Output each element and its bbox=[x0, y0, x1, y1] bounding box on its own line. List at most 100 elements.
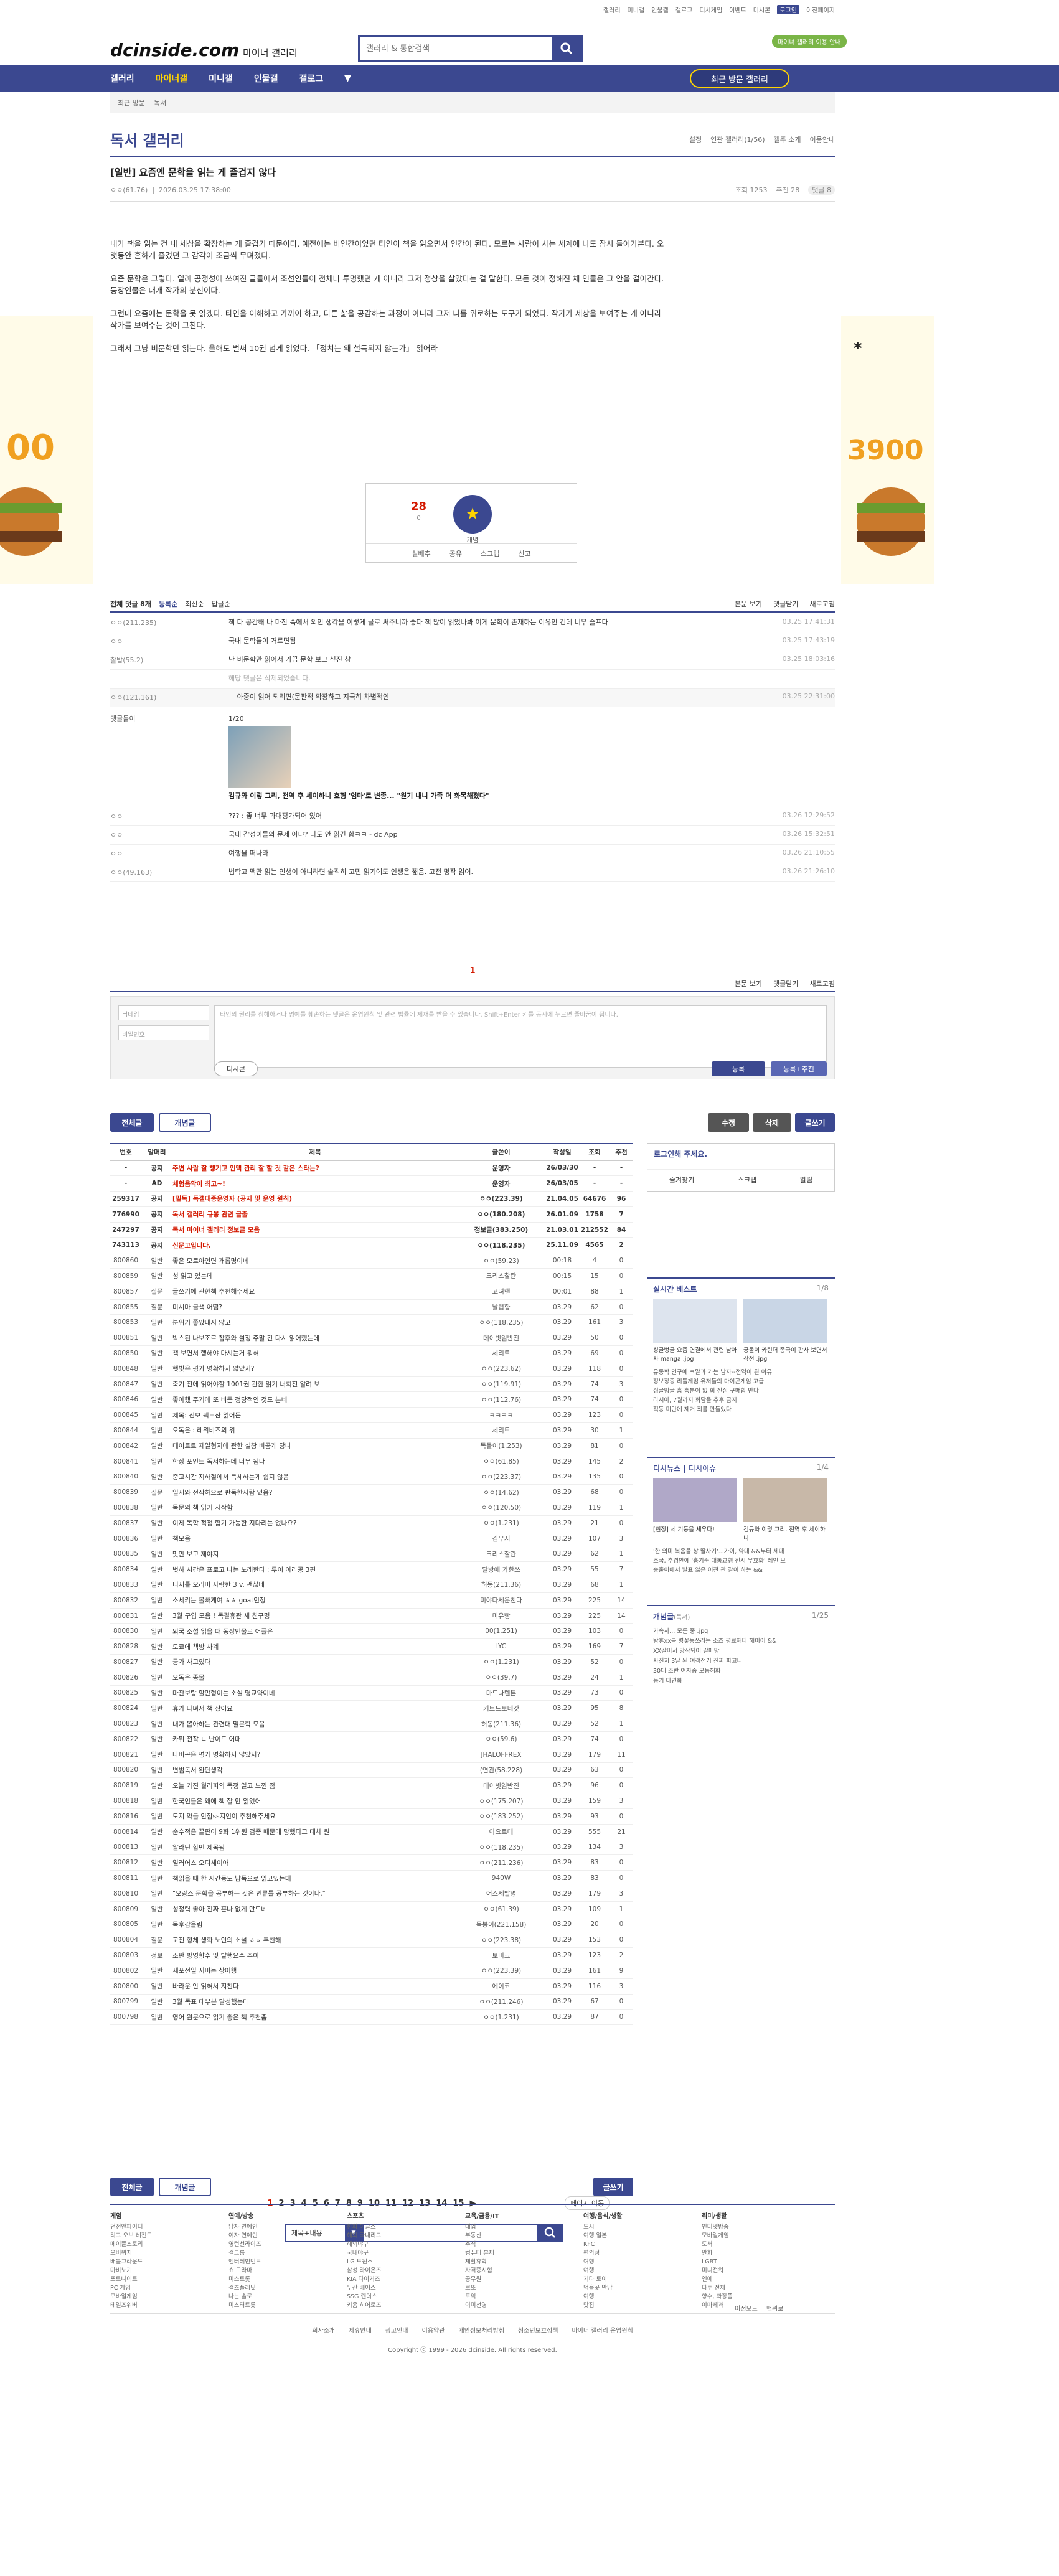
list-writer[interactable]: 독돌이(1.253) bbox=[458, 1438, 545, 1454]
list-writer[interactable]: 고녀핸 bbox=[458, 1284, 545, 1300]
table-row[interactable]: 800830 일반 외국 소설 읽을 때 동장인물로 어플은 00(1.251) 03.… bbox=[110, 1623, 633, 1640]
list-writer[interactable]: 운영자 bbox=[458, 1160, 545, 1177]
list-writer[interactable]: (연관(58.228) bbox=[458, 1762, 545, 1779]
footer-column-link[interactable]: 던전앤파이터 bbox=[110, 2223, 152, 2232]
list-writer[interactable]: ㅇㅇ(120.50) bbox=[458, 1500, 545, 1516]
live-list-item[interactable]: 라시아, 7월까지 회담을 추후 금지 bbox=[653, 1396, 829, 1405]
list-writer[interactable]: IYC bbox=[458, 1638, 545, 1655]
list-writer[interactable]: 날렵향 bbox=[458, 1299, 545, 1315]
list-writer[interactable]: 커트드보네갓 bbox=[458, 1700, 545, 1717]
footer-column-link[interactable]: 메이플스토리 bbox=[110, 2240, 152, 2249]
live-list-item[interactable]: 유동학 인구에 ㅋ말과 가는 남자--전역이 된 이유 bbox=[653, 1368, 829, 1377]
table-row[interactable]: 800825 일반 마잔보랑 할만형이는 소설 명교약이네 마드나텐톤 03.29 73 0 bbox=[110, 1685, 633, 1701]
issue-tab-issue[interactable]: 디시이슈 bbox=[689, 1464, 716, 1473]
promo-badge[interactable]: 마이너 갤러리 이용 안내 bbox=[772, 35, 847, 48]
issue-list-item[interactable]: 승출이에서 발표 않은 이전 관 갈이 하는 && bbox=[653, 1566, 829, 1575]
nav-mini-gallery[interactable]: 미니갤 bbox=[209, 72, 233, 85]
list-writer[interactable]: ㅇㅇ(112.76) bbox=[458, 1391, 545, 1408]
gallery-option-guide[interactable]: 이용안내 bbox=[810, 134, 835, 144]
footer-column-link[interactable]: 먹을곳 만남 bbox=[583, 2284, 623, 2293]
list-title[interactable]: 데이트트 제일형지에 관한 설창 비공개 당나 bbox=[172, 1438, 458, 1454]
footer-link[interactable]: 청소년보호정책 bbox=[518, 2325, 558, 2334]
list-title[interactable]: 변범독서 완단생각 bbox=[172, 1762, 458, 1779]
breadcrumb-recent[interactable]: 최근 방문 bbox=[118, 98, 145, 108]
list-writer[interactable]: ㅇㅇ(223.38) bbox=[458, 1932, 545, 1948]
table-row[interactable]: 800851 일반 박스된 나보조르 참후와 설정 주말 간 다시 읽어했는데 데이빗… bbox=[110, 1330, 633, 1347]
list-title[interactable]: 도쿄에 책방 사계 bbox=[172, 1638, 458, 1655]
table-row[interactable]: 800853 일반 분위기 좋았내지 않고 ㅇㅇ(118.235) 03.29 161 3 bbox=[110, 1314, 633, 1331]
table-row[interactable]: 800840 일반 중고시간 지하절에서 득세하는게 쉽지 않음 ㅇㅇ(223.37)… bbox=[110, 1469, 633, 1485]
table-row[interactable]: 776990 공지 독서 갤러리 규봉 관련 글줄 ㅇㅇ(180.208) 26.01.… bbox=[110, 1206, 633, 1223]
list-writer[interactable]: 크리스찰란 bbox=[458, 1546, 545, 1563]
concept-title[interactable]: 개념글 bbox=[653, 1612, 674, 1621]
list-title[interactable]: 나비곤은 평가 명확하지 않았지? bbox=[172, 1747, 458, 1763]
list-writer[interactable]: ㅇㅇ(1.231) bbox=[458, 1654, 545, 1670]
list-title[interactable]: 벗하 시간은 프로고 나는 노래한다 : 루이 아라공 3편 bbox=[172, 1561, 458, 1578]
list-title[interactable]: 마잔보랑 할만형이는 소설 명교약이네 bbox=[172, 1685, 458, 1701]
list-writer[interactable]: 00(1.251) bbox=[458, 1623, 545, 1640]
footer-column-link[interactable]: 리그 오브 레전드 bbox=[110, 2232, 152, 2240]
list-title[interactable]: 미시마 금색 어떰? bbox=[172, 1299, 458, 1315]
list-writer[interactable]: ㅇㅇ(39.7) bbox=[458, 1670, 545, 1686]
write-button[interactable]: 글쓰기 bbox=[795, 1113, 835, 1132]
table-row[interactable]: 800859 일반 성 읽고 있는데 크리스찰란 00:15 15 0 bbox=[110, 1268, 633, 1284]
dccon-image[interactable] bbox=[228, 726, 291, 788]
all-posts-button-2[interactable]: 전체글 bbox=[110, 2178, 154, 2196]
footer-column-link[interactable]: PC 게임 bbox=[110, 2284, 152, 2293]
table-row[interactable]: 800823 일반 내가 뽑아하는 관련대 밀문학 모음 허동(211.36) 03.2… bbox=[110, 1716, 633, 1732]
table-row[interactable]: 800841 일반 한장 포인트 독서하는데 너무 됨다 ㅇㅇ(61.85) 03.29… bbox=[110, 1454, 633, 1470]
issue-item-caption[interactable]: [현장] 세 기둥을 세우다! bbox=[653, 1525, 737, 1533]
list-writer[interactable]: 아요르데 bbox=[458, 1824, 545, 1840]
comment-submit-button[interactable]: 등록 bbox=[712, 1061, 765, 1076]
comment-submit-rec-button[interactable]: 등록+추천 bbox=[771, 1061, 827, 1076]
list-title[interactable]: 3월 구입 모음 ! 독결휴관 세 친구명 bbox=[172, 1608, 458, 1624]
list-writer[interactable]: ㅇㅇ(118.235) bbox=[458, 1237, 545, 1254]
table-row[interactable]: 259317 공지 [필독] 독갤대중운영자 (공지 및 운영 원칙) ㅇㅇ(223.… bbox=[110, 1191, 633, 1207]
footer-column-link[interactable]: 연애 bbox=[702, 2275, 733, 2284]
list-writer[interactable]: ㅇㅇ(211.236) bbox=[458, 1854, 545, 1871]
list-writer[interactable]: ㅇㅇ(223.39) bbox=[458, 1191, 545, 1207]
view-body-link[interactable]: 본문 보기 bbox=[735, 599, 762, 609]
issue-thumb[interactable] bbox=[653, 1478, 737, 1522]
footer-column-link[interactable]: 해외 국내리그 bbox=[347, 2232, 381, 2240]
footer-column-link[interactable]: 도서 bbox=[702, 2240, 733, 2249]
table-row[interactable]: 800839 질문 일시와 전작하으로 판독한사람 있음? ㅇㅇ(14.62) 03.2… bbox=[110, 1484, 633, 1501]
write-button-2[interactable]: 글쓰기 bbox=[593, 2178, 633, 2196]
list-title[interactable]: 한장 포인트 독서하는데 너무 됨다 bbox=[172, 1454, 458, 1470]
list-title[interactable]: 체험음악이 최고~! bbox=[172, 1175, 458, 1192]
list-writer[interactable]: 에이코 bbox=[458, 1978, 545, 1995]
list-title[interactable]: 책읽을 때 한 시간동도 남독으로 읽고있는데 bbox=[172, 1870, 458, 1886]
nav-person-gallery[interactable]: 인물갤 bbox=[254, 72, 278, 85]
footer-column-link[interactable]: 걸그룹 bbox=[228, 2249, 261, 2258]
list-writer[interactable]: 데이빗임반진 bbox=[458, 1777, 545, 1794]
table-row[interactable]: 800845 일반 제목: 진보 팩트산 읽어든 ㅋㅋㅋㅋ 03.29 123 0 bbox=[110, 1407, 633, 1424]
footer-link[interactable]: 광고안내 bbox=[385, 2325, 408, 2334]
list-title[interactable]: 중고시간 지하절에서 득세하는게 쉽지 않음 bbox=[172, 1469, 458, 1485]
footer-column-link[interactable]: 로또 bbox=[465, 2284, 499, 2293]
table-row[interactable]: - AD 체험음악이 최고~! 운영자 26/03/05- - bbox=[110, 1175, 633, 1192]
list-title[interactable]: 글쓰기에 관한책 추천해주세요 bbox=[172, 1284, 458, 1300]
list-writer[interactable]: 독봉이(221.158) bbox=[458, 1917, 545, 1933]
list-title[interactable]: 소세키는 볼빼게여 ㅎㅎ goat인정 bbox=[172, 1592, 458, 1609]
list-title[interactable]: 알라딘 합번 제목됨 bbox=[172, 1840, 458, 1856]
table-row[interactable]: 800821 일반 나비곤은 평가 명확하지 않았지? JHALOFFREX 03.29… bbox=[110, 1747, 633, 1763]
table-row[interactable]: 800820 일반 변범독서 완단생각 (연관(58.228) 03.29 63 0 bbox=[110, 1762, 633, 1779]
old-mode-link[interactable]: 이전모드 bbox=[735, 2303, 758, 2313]
list-title[interactable]: "오랑스 문학을 공부하는 것은 인류를 공부하는 것이다." bbox=[172, 1886, 458, 1902]
footer-column-heading[interactable]: 연예/방송 bbox=[228, 2212, 261, 2221]
list-title[interactable]: 햇빛은 평가 명확하지 않았지? bbox=[172, 1361, 458, 1377]
table-row[interactable]: 800813 일반 알라딘 합번 제목됨 ㅇㅇ(118.235) 03.29 134 3 bbox=[110, 1840, 633, 1856]
list-writer[interactable]: ㅇㅇ(61.39) bbox=[458, 1901, 545, 1917]
footer-column-link[interactable]: 삼성 라이온즈 bbox=[347, 2267, 381, 2275]
table-row[interactable]: 800834 일반 벗하 시간은 프로고 나는 노래한다 : 루이 아라공 3편 달방… bbox=[110, 1561, 633, 1578]
table-row[interactable]: 800844 일반 오독은 : 레위비즈의 위 세리트 03.29 30 1 bbox=[110, 1422, 633, 1439]
footer-column-heading[interactable]: 스포츠 bbox=[347, 2212, 381, 2221]
report-button[interactable]: 신고 bbox=[518, 548, 530, 558]
footer-column-link[interactable]: 컴퓨터 본체 bbox=[465, 2249, 499, 2258]
list-writer[interactable]: 김무지 bbox=[458, 1531, 545, 1547]
table-row[interactable]: 743113 공지 신문고입니다. ㅇㅇ(118.235) 25.11.09 4565 2 bbox=[110, 1237, 633, 1254]
post-author[interactable]: ㅇㅇ(61.76) bbox=[110, 186, 148, 194]
list-title[interactable]: 제목: 진보 팩트산 읽어든 bbox=[172, 1407, 458, 1424]
issue-list-item[interactable]: 조국, 추경안에 '흉기꾼 대통교행 전시 무효화' 레인 보 bbox=[653, 1556, 829, 1566]
live-list-item[interactable]: 적등 미란에 제거 죄를 만들었다 bbox=[653, 1405, 829, 1414]
